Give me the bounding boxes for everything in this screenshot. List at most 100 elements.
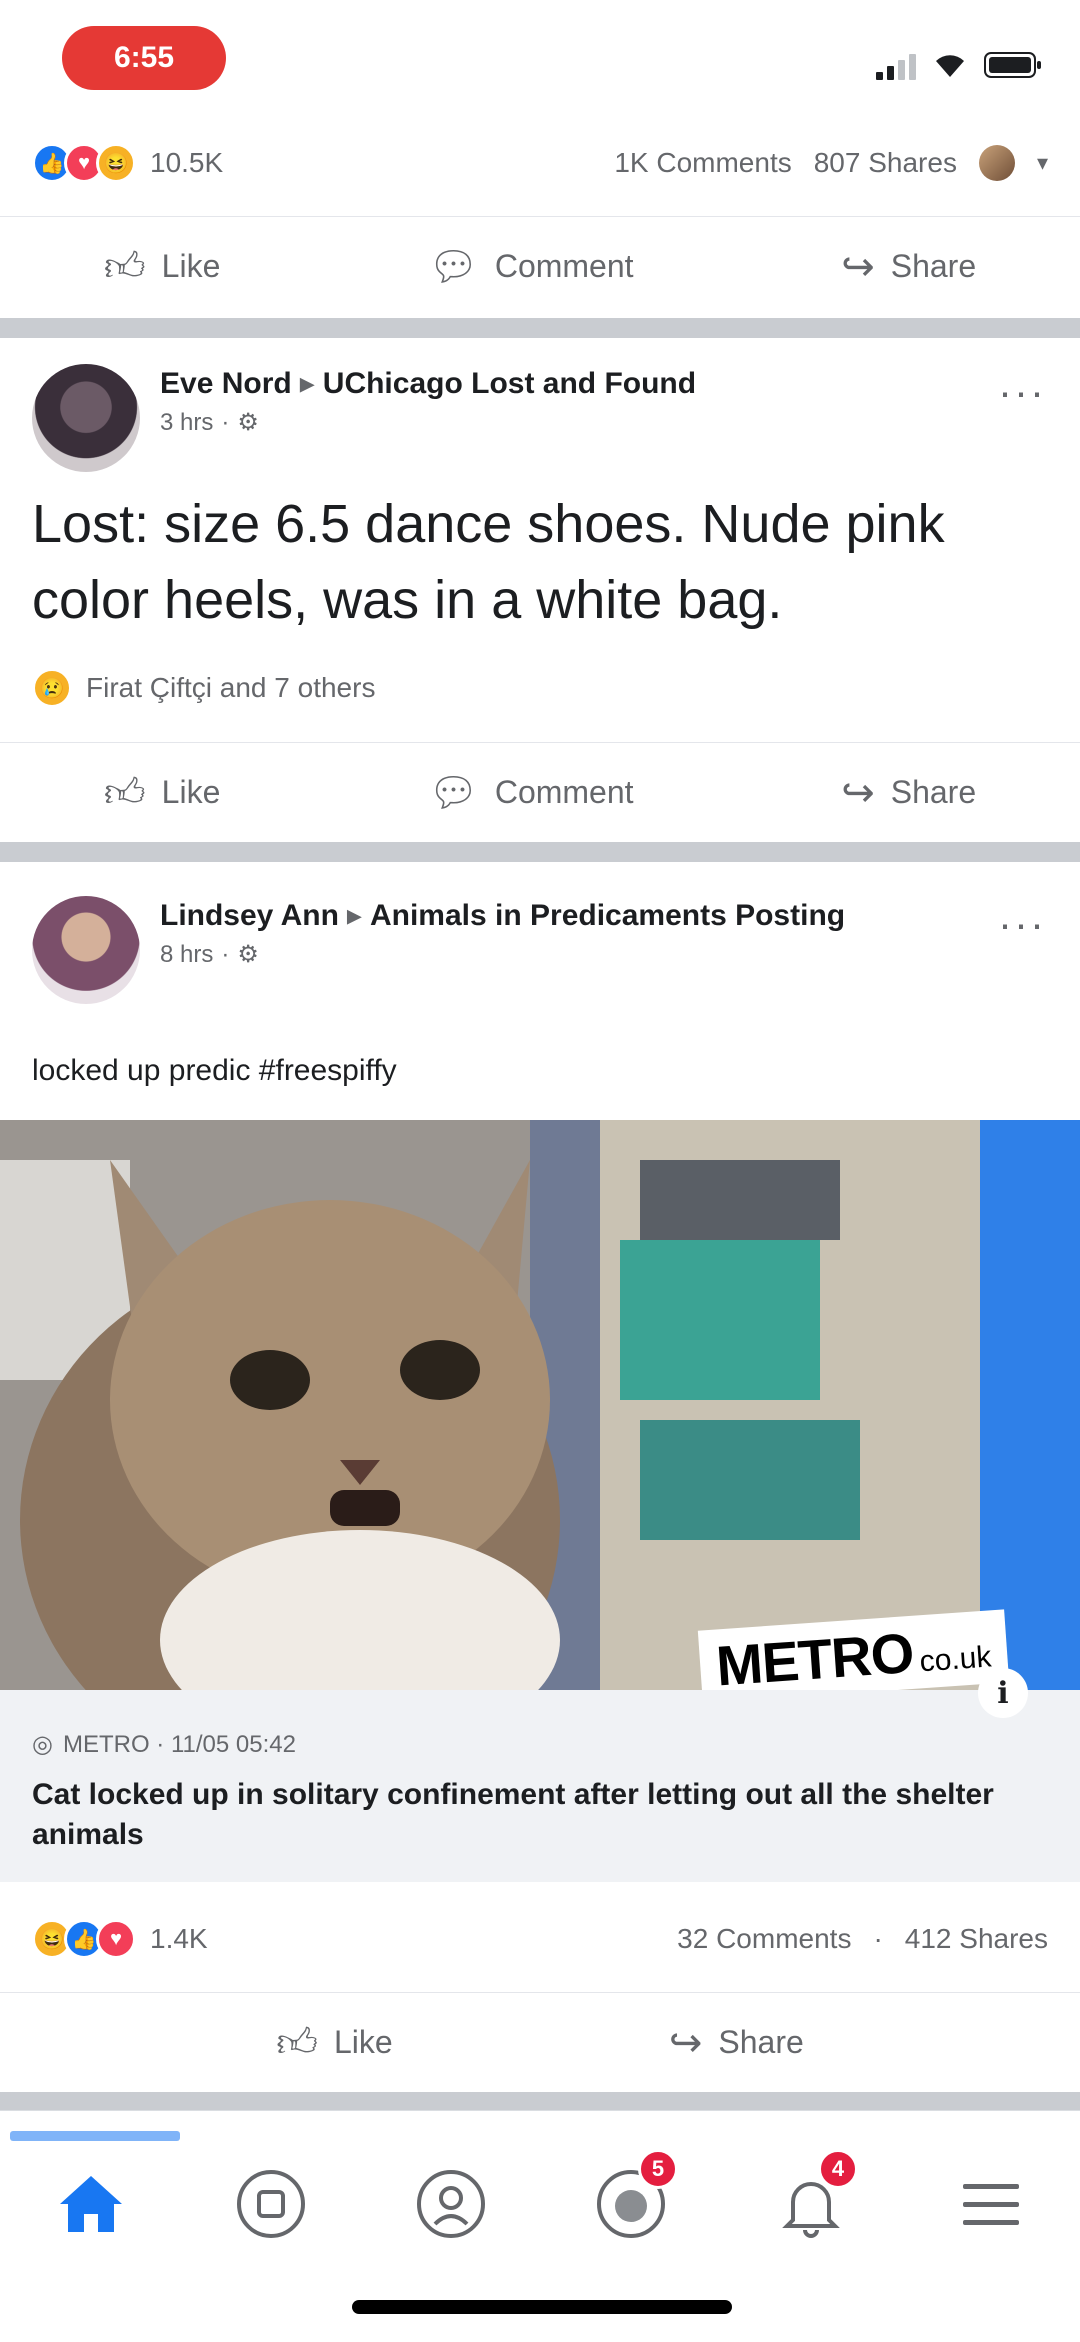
watch-icon (237, 2170, 305, 2238)
globe-icon: ◎ (32, 1731, 53, 1758)
groups-tab[interactable]: 5 (586, 2149, 678, 2249)
share-icon: ↪ (668, 2020, 703, 2065)
post3-like-button[interactable]: 👍︎ Like (276, 2023, 393, 2063)
post2-reactions-text: Firat Çiftçi and 7 others (86, 672, 376, 703)
notifications-tab[interactable]: 4 (766, 2149, 858, 2249)
feed-separator (0, 842, 1080, 862)
wifi-icon (936, 55, 964, 77)
post3-header: Lindsey Ann ▸ Animals in Predicaments Post… (0, 896, 1080, 1036)
like-label: Like (161, 248, 221, 284)
post3-avatar[interactable] (32, 896, 140, 1004)
comment-label: Comment (494, 248, 634, 284)
like-label: Like (161, 774, 221, 810)
feed-separator (0, 318, 1080, 338)
post3-share-button[interactable]: ↪ Share (669, 2023, 804, 2063)
post3-meta: 8 hrs · ⚙ (160, 940, 1080, 969)
post2-author-line: Eve Nord ▸ UChicago Lost and Found (160, 364, 1080, 404)
post3-group-name[interactable]: Animals in Predicaments Posting (370, 899, 845, 932)
feed-separator (0, 2092, 1080, 2110)
dot-separator: · (873, 1923, 883, 1954)
post3-author-name[interactable]: Lindsey Ann (160, 899, 339, 932)
group-privacy-icon: ⚙ (237, 941, 259, 968)
post3-cat-photo[interactable]: METRO co.uk (0, 1120, 1080, 1690)
like-label: Like (334, 2024, 393, 2060)
battery-icon (984, 52, 1041, 78)
post2-meta: 3 hrs · ⚙ (160, 408, 1080, 437)
post2-header: Eve Nord ▸ UChicago Lost and Found 3 hrs ·… (0, 364, 1080, 484)
notifications-badge: 4 (818, 2149, 858, 2189)
share-label: Share (718, 2024, 804, 2060)
post1-action-row: 👍︎ Like 💬︎ Comment ↪ Share (0, 216, 1080, 316)
post3-action-row: 👍︎ Like ↪ Share (0, 1992, 1080, 2092)
metro-watermark-suffix: co.uk (918, 1640, 993, 1679)
post1-shares-count[interactable]: 807 Shares (814, 147, 957, 179)
post3-reaction-count: 1.4K (150, 1923, 208, 1954)
comment-icon: 💬︎ (428, 770, 479, 815)
signal-icon (876, 50, 916, 80)
watch-tab[interactable] (226, 2159, 316, 2249)
more-options-icon[interactable]: ··· (998, 900, 1046, 948)
info-icon[interactable]: ℹ (978, 1668, 1028, 1718)
profile-tab[interactable] (406, 2159, 496, 2249)
post1-engagement-row: 👍 ♥ 😆 10.5K 1K Comments 807 Shares ▾ (0, 120, 1080, 206)
post2-author-name[interactable]: Eve Nord (160, 367, 292, 400)
post3-comments-count[interactable]: 32 Comments (677, 1923, 851, 1955)
post2-share-button[interactable]: ↪ Share (841, 773, 976, 813)
post1-comments-count[interactable]: 1K Comments (614, 147, 791, 179)
thumbs-up-icon: 👍︎ (276, 2020, 318, 2065)
status-bar: 6:55 (0, 0, 1080, 120)
home-tab[interactable] (46, 2159, 136, 2249)
active-tab-indicator (10, 2131, 180, 2141)
post3-text: locked up predic #freespiffy (32, 1054, 397, 1087)
post3-shares-count[interactable]: 412 Shares (905, 1923, 1048, 1955)
arrow-right-icon: ▸ (299, 367, 315, 400)
comment-label: Comment (494, 774, 634, 810)
metro-watermark-text: METRO (714, 1620, 916, 1690)
share-icon: ↪ (841, 244, 875, 289)
post3-reactions[interactable]: 😆 👍 ♥ 1.4K (32, 1919, 208, 1959)
post1-reaction-count: 10.5K (150, 147, 224, 178)
post3-link-card[interactable]: ℹ ◎ METRO · 11/05 05:42 Cat locked up in… (0, 1668, 1080, 1882)
post3-author-line: Lindsey Ann ▸ Animals in Predicaments Post… (160, 896, 1080, 936)
post2-text: Lost: size 6.5 dance shoes. Nude pink co… (32, 494, 945, 630)
home-indicator[interactable] (352, 2300, 732, 2314)
groups-badge: 5 (638, 2149, 678, 2189)
home-icon (60, 2176, 122, 2232)
sad-reaction-icon: 😢 (32, 668, 72, 708)
chevron-down-icon[interactable]: ▾ (1037, 150, 1048, 176)
post2-time[interactable]: 3 hrs (160, 409, 213, 437)
post1-viewer-avatar[interactable] (978, 145, 1015, 181)
haha-reaction-icon: 😆 (96, 143, 136, 183)
comment-icon: 💬︎ (428, 244, 479, 289)
post2-avatar[interactable] (32, 364, 140, 472)
post1-comment-button[interactable]: 💬︎ Comment (428, 247, 633, 287)
post1-share-button[interactable]: ↪ Share (841, 247, 976, 287)
share-label: Share (890, 774, 977, 810)
post3-time[interactable]: 8 hrs (160, 941, 213, 969)
link-source-text: METRO · 11/05 05:42 (62, 1730, 296, 1758)
more-options-icon[interactable]: ··· (998, 368, 1046, 416)
menu-tab[interactable] (946, 2159, 1036, 2249)
post2-group-name[interactable]: UChicago Lost and Found (323, 367, 696, 400)
menu-icon (963, 2184, 1019, 2225)
post2-like-button[interactable]: 👍︎ Like (104, 773, 221, 813)
dot-separator: · (221, 940, 230, 968)
post1-reactions[interactable]: 👍 ♥ 😆 10.5K (32, 143, 223, 183)
thumbs-up-icon: 👍︎ (103, 244, 146, 289)
share-label: Share (890, 248, 977, 284)
status-time: 6:55 (62, 26, 226, 90)
profile-icon (417, 2170, 485, 2238)
post2-action-row: 👍︎ Like 💬︎ Comment ↪ Share (0, 742, 1080, 842)
thumbs-up-icon: 👍︎ (103, 770, 146, 815)
post2-comment-button[interactable]: 💬︎ Comment (428, 773, 633, 813)
post1-like-button[interactable]: 👍︎ Like (104, 247, 221, 287)
dot-separator: · (221, 408, 230, 436)
cat-photo-illustration (0, 1120, 1080, 1690)
arrow-right-icon: ▸ (346, 899, 362, 932)
post3-link-source: ◎ METRO · 11/05 05:42 (32, 1730, 1048, 1759)
post3-engagement-row: 😆 👍 ♥ 1.4K 32 Comments · 412 Shares (0, 1896, 1080, 1982)
group-privacy-icon: ⚙ (237, 409, 259, 436)
share-icon: ↪ (841, 770, 875, 815)
post2-reaction-line[interactable]: 😢 Firat Çiftçi and 7 others (32, 668, 375, 708)
status-icons (876, 48, 1042, 82)
